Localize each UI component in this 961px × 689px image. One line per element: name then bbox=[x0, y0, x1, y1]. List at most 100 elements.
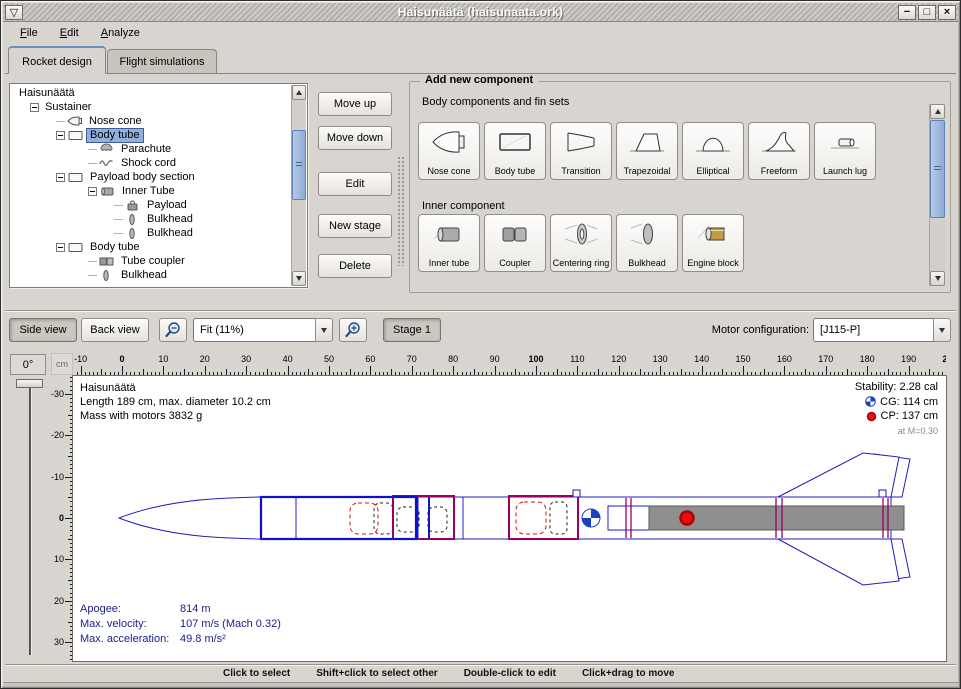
tree-item-payload-body-section[interactable]: Payload body section bbox=[12, 170, 290, 184]
tree-item-body-tube[interactable]: Body tube bbox=[12, 128, 290, 142]
rocket-canvas[interactable]: Haisunäätä Length 189 cm, max. diameter … bbox=[72, 375, 947, 662]
zoom-combo[interactable]: Fit (11%) bbox=[193, 318, 333, 342]
nose-cone-outline[interactable] bbox=[119, 497, 261, 539]
scrollbar-thumb[interactable] bbox=[292, 130, 306, 200]
component-scrollbar[interactable] bbox=[929, 104, 945, 286]
tree-item-bulkhead[interactable]: Bulkhead bbox=[12, 212, 290, 226]
maximize-button[interactable]: □ bbox=[918, 5, 936, 20]
add-elliptical-button[interactable]: Elliptical bbox=[682, 122, 744, 180]
window-menu-icon: ▽ bbox=[10, 6, 18, 19]
tree-item-label[interactable]: Payload bbox=[144, 199, 190, 212]
vertical-splitter[interactable] bbox=[397, 156, 404, 266]
component-button-label: Bulkhead bbox=[628, 259, 666, 269]
tree-item-shock-cord[interactable]: Shock cord bbox=[12, 156, 290, 170]
add-nose-cone-button[interactable]: Nose cone bbox=[418, 122, 480, 180]
chevron-down-icon bbox=[296, 276, 302, 281]
add-body-tube-button[interactable]: Body tube bbox=[484, 122, 546, 180]
tree-item-sustainer[interactable]: Sustainer bbox=[12, 100, 290, 114]
tree-item-label[interactable]: Tube coupler bbox=[118, 255, 188, 268]
add-bulkhead-button[interactable]: Bulkhead bbox=[616, 214, 678, 272]
scroll-down-button[interactable] bbox=[930, 271, 945, 286]
edit-button[interactable]: Edit bbox=[318, 172, 392, 196]
add-inner-tube-button[interactable]: Inner tube bbox=[418, 214, 480, 272]
rotation-indicator: 0° bbox=[10, 354, 46, 375]
scroll-up-button[interactable] bbox=[292, 85, 306, 100]
tree-item-bulkhead[interactable]: Bulkhead bbox=[12, 226, 290, 240]
minimize-button[interactable]: − bbox=[898, 5, 916, 20]
back-view-button[interactable]: Back view bbox=[81, 318, 149, 342]
ruler-tick bbox=[702, 366, 703, 375]
flight-info-value: 107 m/s (Mach 0.32) bbox=[180, 617, 281, 632]
side-view-button[interactable]: Side view bbox=[9, 318, 77, 342]
menu-edit[interactable]: Edit bbox=[51, 25, 88, 41]
add-trapezoidal-button[interactable]: Trapezoidal bbox=[616, 122, 678, 180]
tree-item-haisunäätä[interactable]: Haisunäätä bbox=[12, 86, 290, 100]
tree-item-nose-cone[interactable]: Nose cone bbox=[12, 114, 290, 128]
rotation-slider[interactable] bbox=[13, 379, 43, 659]
add-centering-ring-button[interactable]: Centering ring bbox=[550, 214, 612, 272]
fin-lower[interactable] bbox=[778, 539, 899, 585]
collapse-icon[interactable] bbox=[56, 243, 65, 252]
slider-handle[interactable] bbox=[16, 379, 43, 388]
tree-item-label[interactable]: Shock cord bbox=[118, 157, 179, 170]
zoom-in-button[interactable] bbox=[339, 318, 367, 342]
menu-analyze[interactable]: Analyze bbox=[92, 25, 149, 41]
horizontal-splitter[interactable] bbox=[5, 310, 956, 312]
motor-mount-tube[interactable] bbox=[608, 506, 649, 530]
menu-file[interactable]: File bbox=[11, 25, 47, 41]
status-hint: Double-click to edit bbox=[464, 668, 556, 679]
tree-item-label[interactable]: Haisunäätä bbox=[16, 87, 78, 100]
add-freeform-button[interactable]: Freeform bbox=[748, 122, 810, 180]
tree-item-tube-coupler[interactable]: Tube coupler bbox=[12, 254, 290, 268]
tree-item-inner-tube[interactable]: Inner Tube bbox=[12, 184, 290, 198]
window-menu-button[interactable]: ▽ bbox=[5, 5, 23, 20]
tab-content-divider bbox=[5, 73, 956, 74]
close-button[interactable]: × bbox=[938, 5, 956, 20]
tree-item-label[interactable]: Inner Tube bbox=[119, 185, 178, 198]
tree-item-label[interactable]: Nose cone bbox=[86, 115, 145, 128]
zoom-out-button[interactable] bbox=[159, 318, 187, 342]
tree-item-label[interactable]: Parachute bbox=[118, 143, 174, 156]
move-up-button[interactable]: Move up bbox=[318, 92, 392, 116]
tree-item-label[interactable]: Sustainer bbox=[42, 101, 94, 114]
tree-item-label[interactable]: Body tube bbox=[87, 129, 143, 142]
collapse-icon[interactable] bbox=[56, 173, 65, 182]
add-transition-button[interactable]: Transition bbox=[550, 122, 612, 180]
add-engine-block-button[interactable]: Engine block bbox=[682, 214, 744, 272]
tree-item-label[interactable]: Payload body section bbox=[87, 171, 198, 184]
add-launch-lug-button[interactable]: Launch lug bbox=[814, 122, 876, 180]
tree-item-bulkhead[interactable]: Bulkhead bbox=[12, 268, 290, 282]
delete-button[interactable]: Delete bbox=[318, 254, 392, 278]
add-coupler-button[interactable]: Coupler bbox=[484, 214, 546, 272]
launch-lug[interactable] bbox=[573, 490, 580, 497]
tree-item-parachute[interactable]: Parachute bbox=[12, 142, 290, 156]
ruler-label: 90 bbox=[490, 354, 500, 364]
tree-scrollbar[interactable] bbox=[291, 85, 306, 286]
tree-item-label[interactable]: Bulkhead bbox=[144, 227, 196, 240]
new-stage-button[interactable]: New stage bbox=[318, 214, 392, 238]
tree-item-body-tube[interactable]: Body tube bbox=[12, 240, 290, 254]
flight-info-label: Apogee: bbox=[80, 602, 180, 617]
scroll-down-button[interactable] bbox=[292, 271, 306, 286]
collapse-icon[interactable] bbox=[56, 131, 65, 140]
combo-arrow-button[interactable] bbox=[315, 318, 333, 342]
ruler-tick bbox=[412, 366, 413, 375]
launch-lug-2[interactable] bbox=[879, 490, 886, 497]
tab-flight-simulations[interactable]: Flight simulations bbox=[107, 49, 217, 74]
scrollbar-thumb[interactable] bbox=[930, 120, 945, 218]
move-down-button[interactable]: Move down bbox=[318, 126, 392, 150]
tab-rocket-design[interactable]: Rocket design bbox=[8, 46, 106, 74]
motor-config-combo[interactable]: [J115-P] bbox=[813, 318, 951, 342]
scroll-up-button[interactable] bbox=[930, 104, 945, 119]
ruler-tick bbox=[577, 366, 578, 375]
tree-item-label[interactable]: Bulkhead bbox=[118, 269, 170, 282]
tree-item-label[interactable]: Body tube bbox=[87, 241, 143, 254]
stage-1-toggle[interactable]: Stage 1 bbox=[383, 318, 441, 342]
tree-item-label[interactable]: Bulkhead bbox=[144, 213, 196, 226]
combo-arrow-button[interactable] bbox=[933, 318, 951, 342]
collapse-icon[interactable] bbox=[30, 103, 39, 112]
component-button-label: Elliptical bbox=[696, 167, 729, 177]
window-resize-edge[interactable] bbox=[3, 682, 958, 686]
collapse-icon[interactable] bbox=[88, 187, 97, 196]
tree-item-payload[interactable]: Payload bbox=[12, 198, 290, 212]
